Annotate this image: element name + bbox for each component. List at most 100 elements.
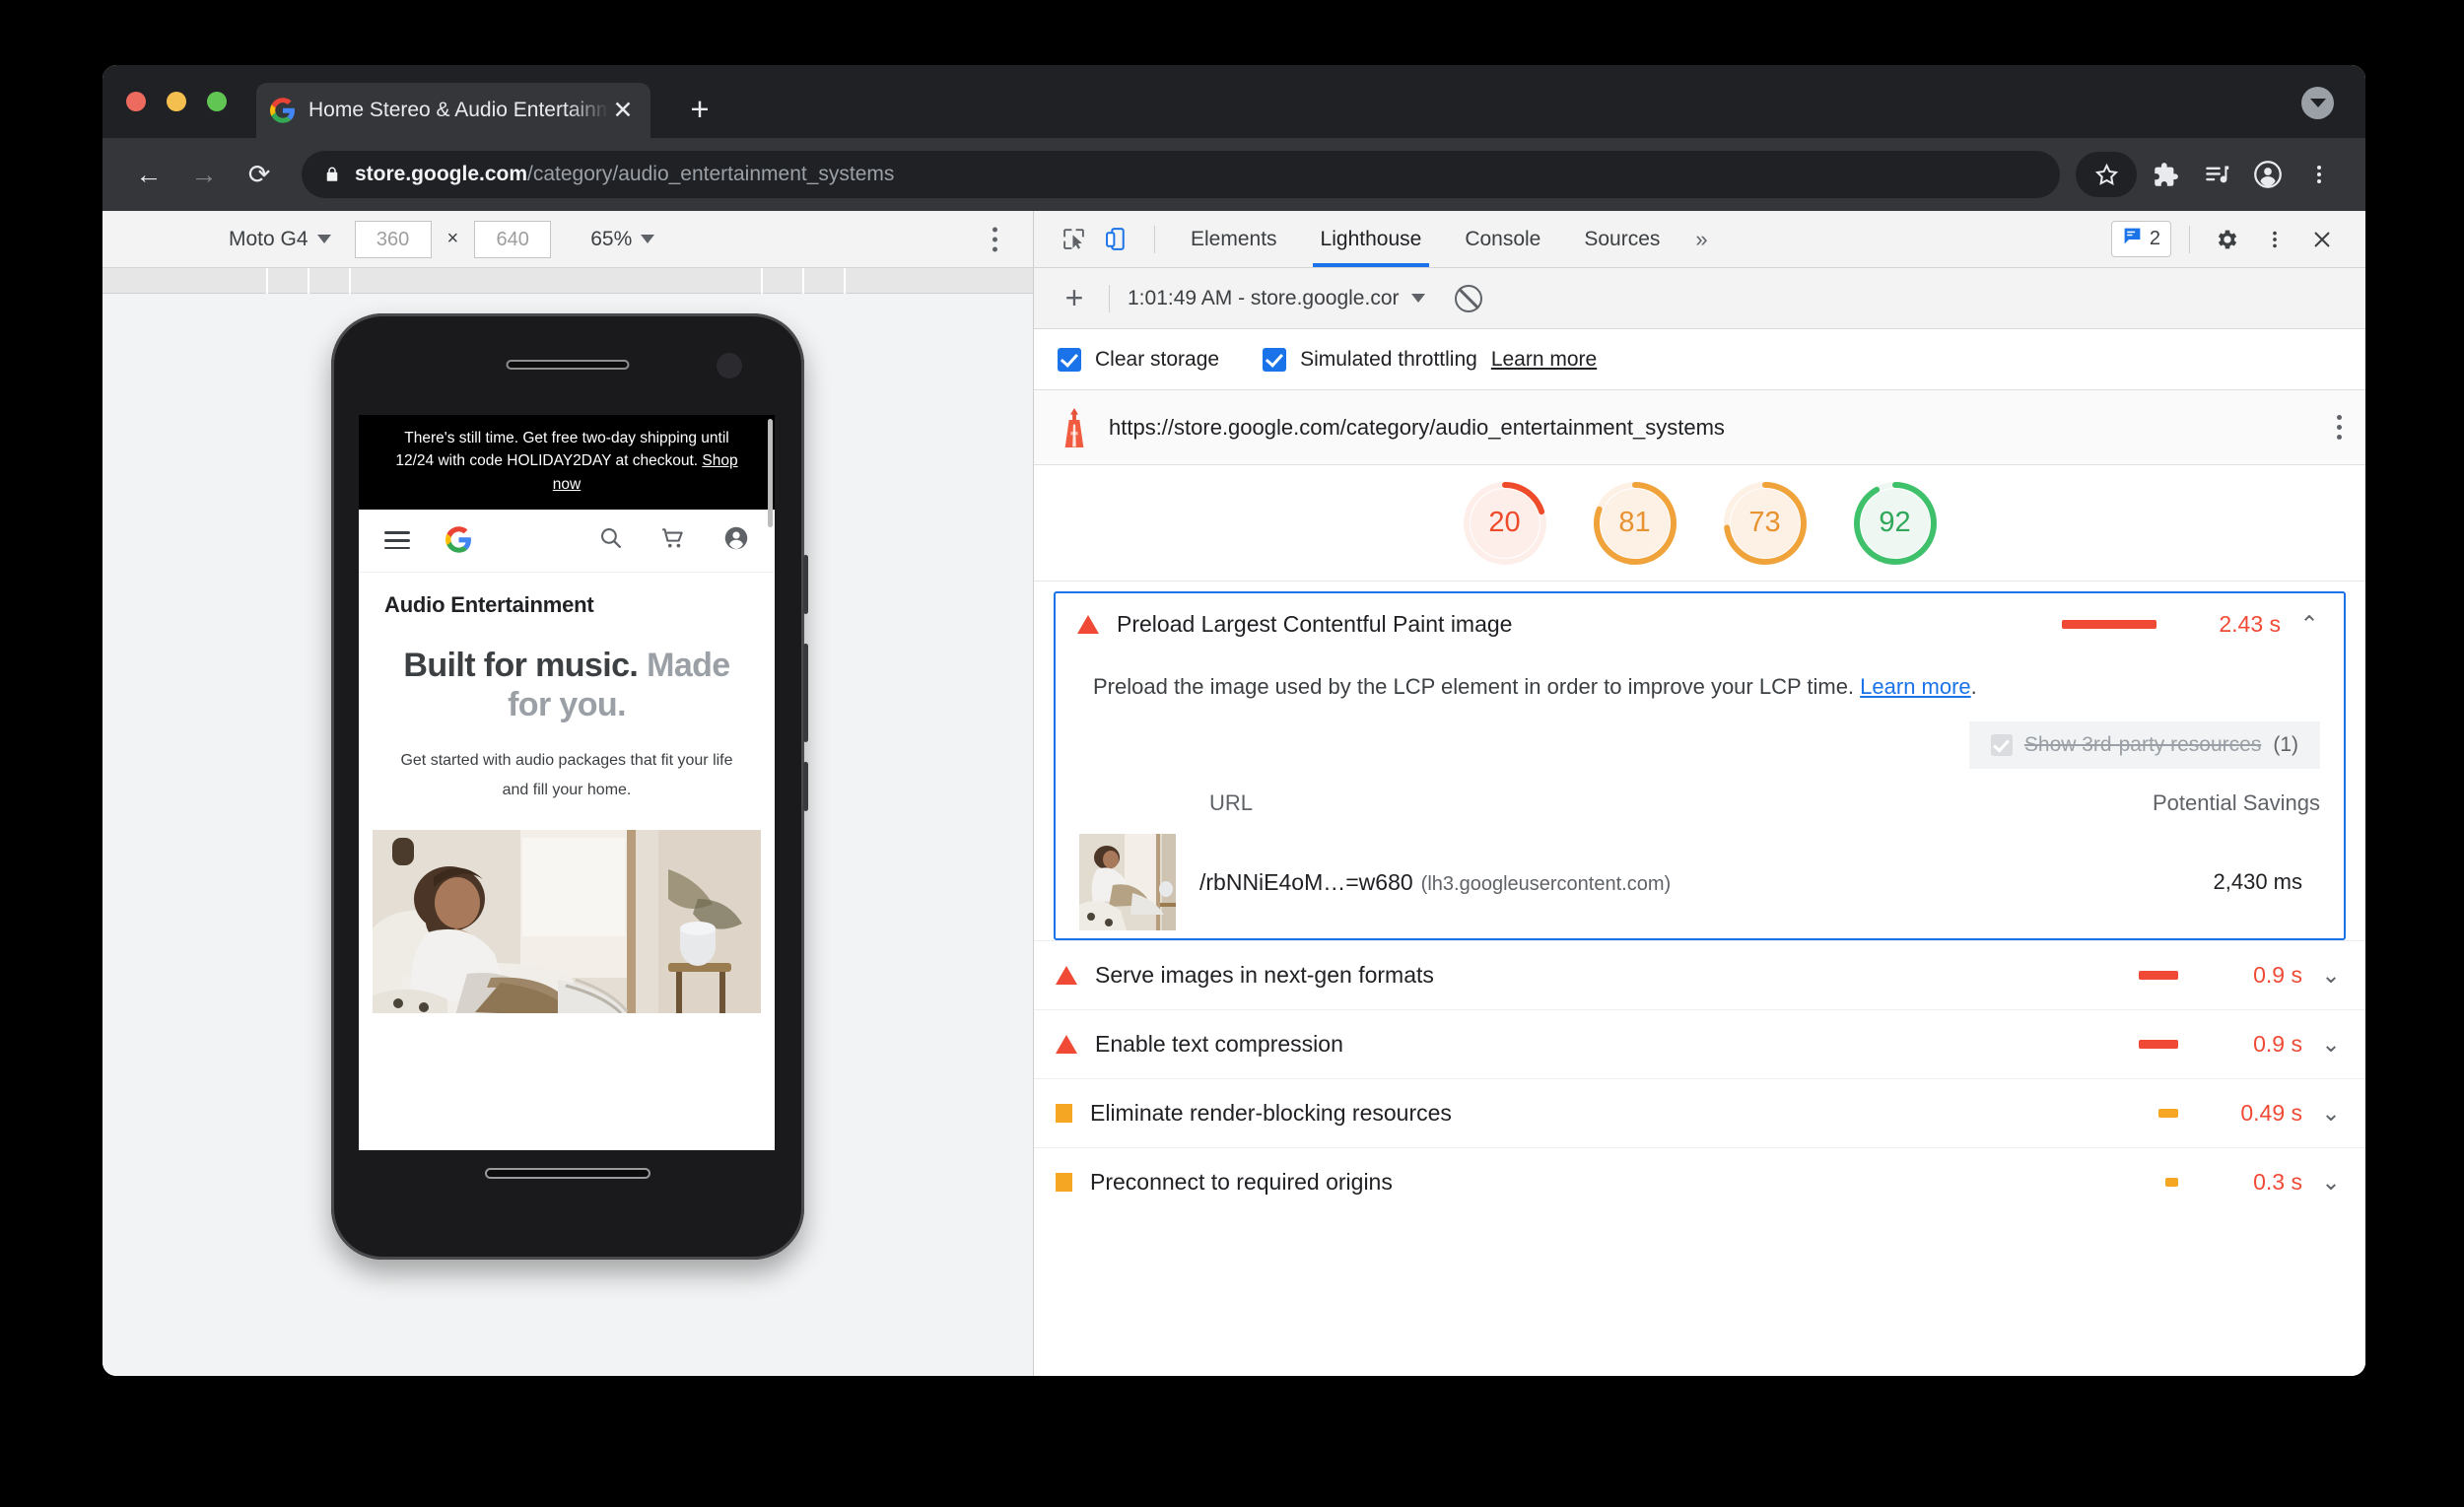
simulated-throttling-checkbox[interactable] — [1263, 347, 1287, 372]
issues-message-icon — [2122, 226, 2143, 252]
audit-value: 0.49 s — [2240, 1100, 2302, 1126]
device-selector[interactable]: Moto G4 — [229, 228, 331, 251]
expand-chevron-icon[interactable]: ⌄ — [2318, 1169, 2344, 1196]
device-frame: There's still time. Get free two-day shi… — [331, 313, 808, 1260]
audit-impact-bar — [2062, 619, 2156, 629]
simulated-throttling-label: Simulated throttling — [1300, 347, 1477, 371]
resource-origin: (lh3.googleusercontent.com) — [1420, 872, 1672, 895]
back-button[interactable]: ← — [126, 152, 171, 197]
clear-storage-checkbox[interactable] — [1058, 347, 1081, 372]
viewport-width-input[interactable]: 360 — [354, 220, 432, 258]
new-report-button[interactable]: + — [1058, 280, 1091, 316]
tab-elements[interactable]: Elements — [1169, 212, 1299, 267]
clear-no-entry-icon[interactable] — [1454, 284, 1482, 312]
show-third-party-resources-toggle[interactable]: Show 3rd-party resources (1) — [1968, 721, 2320, 769]
report-selector-label: 1:01:49 AM - store.google.cor — [1128, 286, 1400, 309]
third-party-count: (1) — [2273, 733, 2298, 756]
collapse-chevron-icon[interactable]: ⌃ — [2296, 611, 2322, 638]
viewport-ruler — [103, 268, 1033, 294]
audit-row-render-blocking[interactable]: Eliminate render-blocking resources 0.49… — [1034, 1078, 2365, 1147]
audit-impact-bar — [2158, 1109, 2178, 1118]
tab-sources[interactable]: Sources — [1562, 212, 1681, 267]
report-selector[interactable]: 1:01:49 AM - store.google.cor — [1128, 287, 1425, 310]
chevron-down-icon — [316, 235, 331, 243]
device-toolbar-kebab-icon[interactable] — [992, 227, 997, 251]
lighthouse-icon — [1058, 407, 1091, 447]
tab-console[interactable]: Console — [1443, 212, 1562, 267]
star-icon — [2084, 152, 2129, 197]
forward-button[interactable]: → — [181, 152, 227, 197]
maximize-window-button[interactable] — [207, 92, 227, 111]
audit-title: Serve images in next-gen formats — [1095, 962, 1434, 988]
gauge-accessibility[interactable]: 81 — [1590, 478, 1680, 569]
audit-title: Preload Largest Contentful Paint image — [1117, 610, 1513, 637]
inspect-element-icon[interactable] — [1054, 220, 1093, 259]
learn-more-link[interactable]: Learn more — [1491, 348, 1597, 372]
close-tab-button[interactable]: ✕ — [609, 97, 637, 124]
address-bar[interactable]: store.google.com/category/audio_entertai… — [302, 151, 2060, 198]
browser-tab[interactable]: Home Stereo & Audio Entertainm ✕ — [256, 83, 650, 138]
reload-button[interactable]: ⟳ — [237, 152, 282, 197]
resource-url[interactable]: /rbNNiE4oM…=w680 (lh3.googleusercontent.c… — [1199, 869, 1671, 896]
device-viewport[interactable]: There's still time. Get free two-day shi… — [359, 415, 775, 1150]
google-g-icon[interactable] — [445, 526, 472, 554]
gear-icon[interactable] — [2208, 220, 2247, 259]
shopping-cart-icon[interactable] — [660, 525, 686, 556]
resource-savings: 2,430 ms — [2213, 869, 2303, 894]
three-dot-menu-icon[interactable] — [2296, 152, 2342, 197]
three-dot-menu-icon[interactable] — [2255, 220, 2294, 259]
chevron-down-icon[interactable] — [2301, 87, 2334, 119]
lock-icon — [323, 164, 341, 185]
third-party-toggle-wrap: Show 3rd-party resources (1) — [1056, 700, 2344, 769]
media-playlist-icon[interactable] — [2194, 152, 2239, 197]
gauge-performance-score: 20 — [1488, 507, 1521, 538]
search-icon[interactable] — [598, 525, 623, 555]
new-tab-button[interactable]: + — [684, 93, 716, 126]
expand-chevron-icon[interactable]: ⌄ — [2318, 962, 2344, 989]
audit-learn-more-link[interactable]: Learn more — [1860, 674, 1971, 699]
audit-title: Preconnect to required origins — [1090, 1169, 1393, 1195]
bookmark-button[interactable] — [2076, 152, 2137, 197]
google-g-icon — [270, 98, 296, 123]
account-circle-icon[interactable] — [723, 525, 749, 556]
phone-earpiece — [506, 360, 630, 370]
column-header-savings: Potential Savings — [2153, 790, 2320, 815]
expand-chevron-icon[interactable]: ⌄ — [2318, 1100, 2344, 1127]
avatar-icon[interactable] — [2245, 152, 2291, 197]
puzzle-icon[interactable] — [2143, 152, 2188, 197]
audit-impact-bar — [2139, 971, 2178, 980]
chevron-down-icon — [641, 235, 655, 243]
audit-header[interactable]: Preload Largest Contentful Paint image 2… — [1056, 593, 2344, 654]
report-kebab-icon[interactable] — [2337, 415, 2342, 440]
zoom-selector[interactable]: 65% — [590, 228, 655, 251]
lighthouse-toolbar-divider — [1109, 284, 1110, 312]
url-domain: store.google.com — [355, 163, 528, 185]
close-icon[interactable] — [2302, 220, 2342, 259]
third-party-checkbox[interactable] — [1990, 734, 2013, 756]
toolbar-icons — [2076, 152, 2342, 197]
close-window-button[interactable] — [126, 92, 146, 111]
minimize-window-button[interactable] — [167, 92, 186, 111]
gauge-best-practices[interactable]: 73 — [1720, 478, 1811, 569]
more-tabs-button[interactable]: » — [1681, 227, 1721, 252]
gauge-performance[interactable]: 20 — [1460, 478, 1550, 569]
tab-lighthouse[interactable]: Lighthouse — [1299, 212, 1444, 267]
gauge-seo[interactable]: 92 — [1850, 478, 1941, 569]
audit-row-text-compression[interactable]: Enable text compression 0.9 s ⌄ — [1034, 1009, 2365, 1078]
hamburger-menu-icon[interactable] — [384, 531, 410, 550]
issues-counter-button[interactable]: 2 — [2110, 221, 2171, 257]
expand-chevron-icon[interactable]: ⌄ — [2318, 1031, 2344, 1058]
browser-toolbar: ← → ⟳ store.google.com/category/audio_en… — [103, 138, 2365, 211]
third-party-label: Show 3rd-party resources — [2023, 733, 2262, 756]
viewport-height-input[interactable]: 640 — [474, 220, 552, 258]
phone-volume-button — [803, 644, 808, 742]
page-scrollbar[interactable] — [768, 419, 773, 527]
gauge-accessibility-score: 81 — [1618, 507, 1651, 538]
devtools-tab-bar: Elements Lighthouse Console Sources » 2 — [1034, 211, 2365, 268]
audit-row-serve-next-gen[interactable]: Serve images in next-gen formats 0.9 s ⌄ — [1034, 940, 2365, 1009]
device-toolbar-icon[interactable] — [1097, 220, 1136, 259]
audit-row-preconnect[interactable]: Preconnect to required origins 0.3 s ⌄ — [1034, 1147, 2365, 1216]
lighthouse-audited-url-row: https://store.google.com/category/audio_… — [1034, 390, 2365, 465]
gauge-best-practices-score: 73 — [1748, 507, 1781, 538]
dimension-separator: × — [446, 228, 459, 249]
